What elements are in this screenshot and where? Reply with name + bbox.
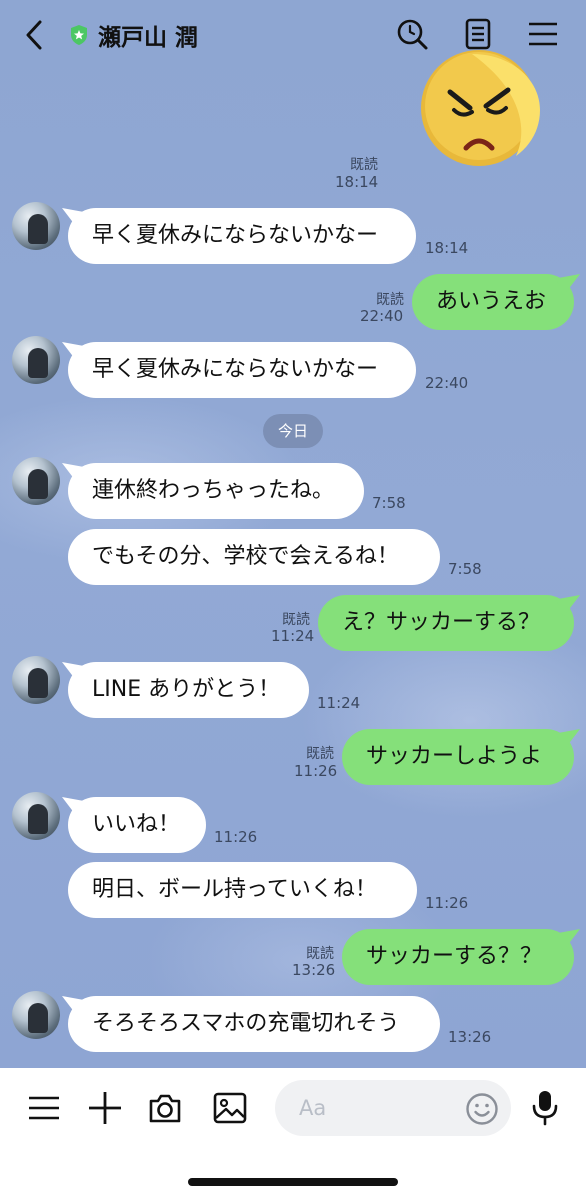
incoming-message[interactable]: 早く夏休みにならないかなー: [68, 342, 416, 398]
avatar[interactable]: [12, 792, 60, 840]
official-star-badge-icon: [71, 25, 87, 45]
plus-icon[interactable]: [87, 1090, 123, 1126]
message-time: 11:26: [425, 894, 469, 912]
home-indicator[interactable]: [188, 1178, 398, 1186]
avatar[interactable]: [12, 202, 60, 250]
outgoing-message[interactable]: え？サッカーする？: [318, 595, 574, 651]
message-time: 13:26: [292, 961, 336, 979]
image-icon[interactable]: [212, 1090, 248, 1126]
message-time: 18:14: [425, 239, 469, 257]
incoming-message[interactable]: でもその分、学校で会えるね！: [68, 529, 440, 585]
message-time: 11:26: [214, 828, 258, 846]
message-time: 18:14: [335, 173, 379, 191]
read-receipt: 既読: [282, 612, 310, 628]
read-receipt: 既読: [306, 746, 334, 762]
outgoing-message[interactable]: あいうえお: [412, 274, 574, 330]
notes-icon[interactable]: [460, 16, 496, 52]
message-time: 13:26: [448, 1028, 492, 1046]
message-time: 22:40: [425, 374, 469, 392]
message-time: 11:24: [271, 627, 315, 645]
incoming-message[interactable]: 明日、ボール持っていくね！: [68, 862, 417, 918]
camera-icon[interactable]: [147, 1090, 183, 1126]
microphone-icon[interactable]: [528, 1088, 562, 1126]
read-receipt: 既読: [350, 157, 378, 173]
message-time: 22:40: [360, 307, 404, 325]
search-icon[interactable]: [394, 16, 430, 52]
chevron-left-icon[interactable]: [20, 18, 50, 52]
outgoing-message[interactable]: サッカーする？？: [342, 929, 574, 985]
incoming-message[interactable]: いいね！: [68, 797, 206, 853]
avatar[interactable]: [12, 656, 60, 704]
chat-title: 瀬戸山 潤: [98, 25, 199, 51]
menu-icon[interactable]: [26, 1090, 62, 1126]
date-separator: 今日: [263, 414, 323, 448]
outgoing-message[interactable]: サッカーしようよ: [342, 729, 574, 785]
incoming-message[interactable]: 連休終わっちゃったね。: [68, 463, 364, 519]
menu-icon[interactable]: [525, 16, 561, 52]
message-time: 11:24: [317, 694, 361, 712]
incoming-message[interactable]: LINE ありがとう！: [68, 662, 309, 718]
avatar[interactable]: [12, 336, 60, 384]
message-time: 11:26: [294, 762, 338, 780]
read-receipt: 既読: [376, 292, 404, 308]
message-time: 7:58: [372, 494, 406, 512]
message-time: 7:58: [448, 560, 482, 578]
read-receipt: 既読: [306, 946, 334, 962]
avatar[interactable]: [12, 991, 60, 1039]
emoji-icon[interactable]: [465, 1092, 499, 1126]
angry-face-sticker[interactable]: [412, 50, 546, 170]
incoming-message[interactable]: そろそろスマホの充電切れそう: [68, 996, 440, 1052]
incoming-message[interactable]: 早く夏休みにならないかなー: [68, 208, 416, 264]
avatar[interactable]: [12, 457, 60, 505]
